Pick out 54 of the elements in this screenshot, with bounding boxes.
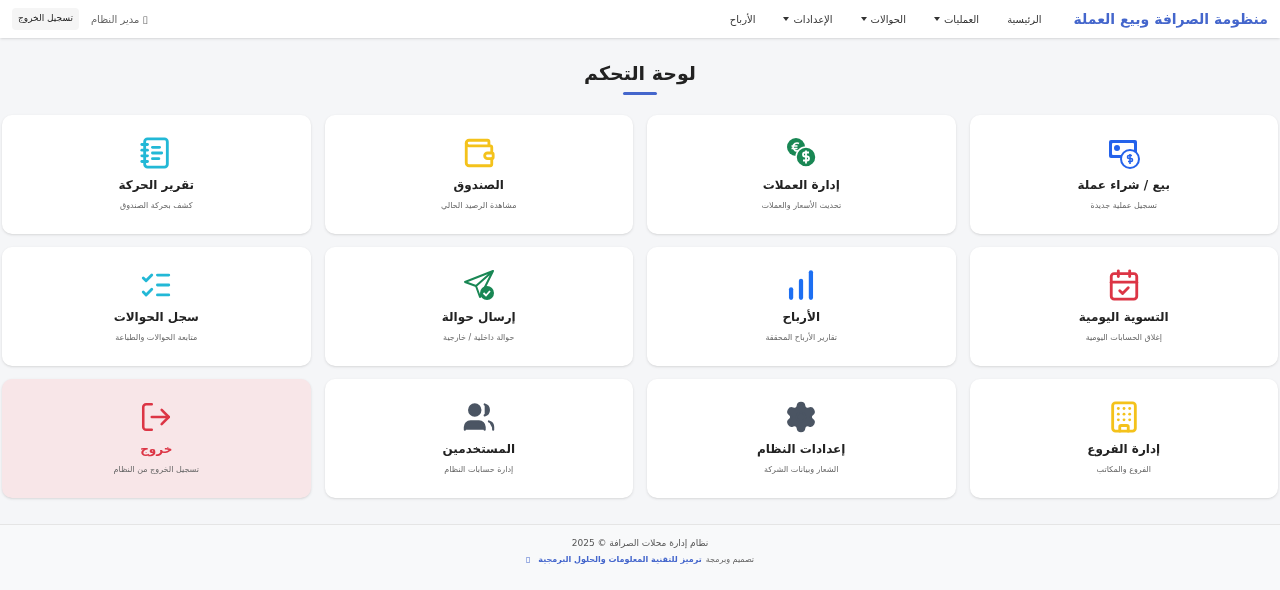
dashboard-card[interactable]: خروج تسجيل الخروج من النظام: [2, 378, 311, 498]
paper-plane-check-icon: [461, 268, 496, 303]
page-title: لوحة التحكم: [584, 62, 696, 86]
dashboard-card[interactable]: المستخدمين إدارة حسابات النظام: [324, 378, 633, 498]
card-title: الأرباح: [782, 308, 821, 327]
card-subtitle: تسجيل عملية جديدة: [1090, 200, 1158, 213]
card-subtitle: مشاهدة الرصيد الحالي: [441, 200, 517, 213]
card-title: إرسال حوالة: [441, 309, 516, 327]
card-title: إعدادات النظام: [757, 441, 846, 459]
card-subtitle: حوالة داخلية / خارجية: [443, 332, 515, 345]
nav-link[interactable]: الأرباح: [729, 11, 756, 27]
caret-icon: [933, 17, 940, 21]
nav-link[interactable]: الرئيسية: [1007, 11, 1042, 27]
card-title: إدارة العملات: [762, 177, 840, 195]
card-subtitle: إغلاق الحسابات اليومية: [1085, 332, 1162, 345]
card-title: بيع / شراء عملة: [1077, 177, 1170, 195]
card-subtitle: متابعة الحوالات والطباعة: [115, 332, 198, 345]
credit-text: تصميم وبرمجة: [705, 554, 755, 567]
dashboard-card[interactable]: إدارة العملات تحديث الأسعار والعملات: [647, 114, 956, 234]
brand-link[interactable]: منظومة الصرافة وبيع العملة: [1073, 8, 1268, 30]
card-title: خروج: [140, 441, 173, 459]
caret-icon: [783, 17, 790, 21]
dashboard-card[interactable]: الأرباح تقارير الأرباح المحققة: [647, 246, 956, 366]
dashboard-card[interactable]: تقرير الحركة كشف بحركة الصندوق: [2, 114, 311, 234]
dashboard-card[interactable]: إرسال حوالة حوالة داخلية / خارجية: [324, 246, 633, 366]
dashboard-card[interactable]: إعدادات النظام الشعار وبيانات الشركة: [647, 378, 956, 498]
card-subtitle: الفروع والمكاتب: [1096, 464, 1151, 477]
nav-link[interactable]: العمليات: [933, 11, 980, 27]
card-title: إدارة الفروع: [1087, 441, 1161, 459]
dashboard-card[interactable]: التسوية اليومية إغلاق الحسابات اليومية: [969, 246, 1278, 366]
dashboard-card[interactable]: الصندوق مشاهدة الرصيد الحالي: [324, 114, 633, 234]
card-subtitle: تقارير الأرباح المحققة: [765, 332, 838, 345]
caret-icon: [860, 17, 867, 21]
title-underline: [623, 91, 657, 95]
logout-button[interactable]: تسجيل الخروج: [12, 8, 79, 30]
card-title: الصندوق: [453, 177, 504, 195]
dashboard-card[interactable]: إدارة الفروع الفروع والمكاتب: [969, 378, 1278, 498]
copyright-text: نظام إدارة محلات الصرافة © 2025: [571, 536, 709, 550]
user-name: ▯ مدير النظام: [90, 12, 148, 27]
card-subtitle: كشف بحركة الصندوق: [120, 200, 193, 213]
card-title: تقرير الحركة: [118, 177, 195, 195]
card-subtitle: تحديث الأسعار والعملات: [761, 200, 842, 213]
company-link[interactable]: ترميز للتقنية المعلومات والحلول البرمجية: [538, 554, 702, 567]
card-title: سجل الحوالات: [113, 309, 199, 327]
card-title: التسوية اليومية: [1078, 309, 1169, 327]
nav-link[interactable]: الحوالات: [860, 11, 906, 27]
card-subtitle: الشعار وبيانات الشركة: [764, 464, 839, 477]
nav-link[interactable]: الإعدادات: [783, 11, 833, 27]
card-subtitle: إدارة حسابات النظام: [444, 464, 514, 477]
card-title: المستخدمين: [442, 441, 515, 459]
credit-glyph: ▯: [525, 554, 531, 567]
dashboard-card[interactable]: سجل الحوالات متابعة الحوالات والطباعة: [2, 246, 311, 366]
card-subtitle: تسجيل الخروج من النظام: [113, 464, 199, 477]
dashboard-card[interactable]: بيع / شراء عملة تسجيل عملية جديدة: [969, 114, 1278, 234]
